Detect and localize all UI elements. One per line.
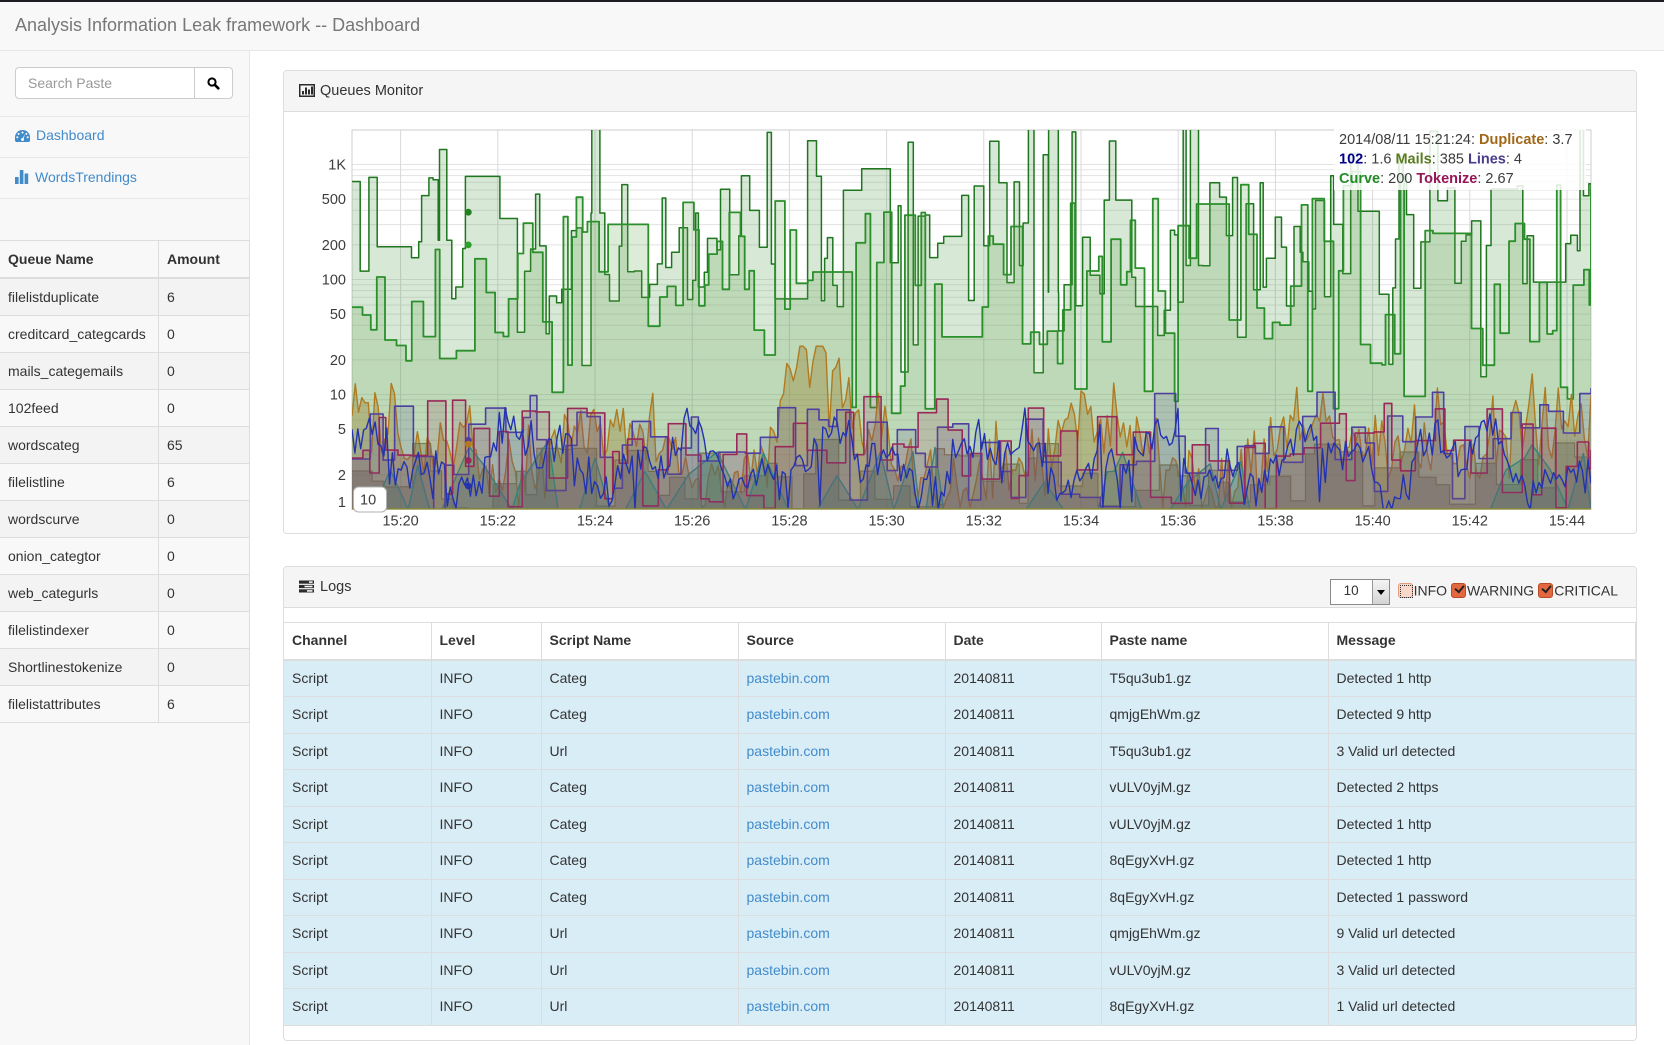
svg-text:10: 10 [360, 493, 376, 509]
svg-text:20: 20 [330, 353, 346, 369]
svg-text:15:26: 15:26 [674, 514, 710, 530]
svg-text:500: 500 [322, 192, 346, 208]
svg-text:15:38: 15:38 [1257, 514, 1293, 530]
svg-text:200: 200 [322, 238, 346, 254]
svg-text:15:34: 15:34 [1063, 514, 1099, 530]
svg-text:15:36: 15:36 [1160, 514, 1196, 530]
svg-text:15:28: 15:28 [771, 514, 807, 530]
svg-text:15:22: 15:22 [480, 514, 516, 530]
svg-text:2014/08/11 15:21:24: Duplicate: 2014/08/11 15:21:24: Duplicate: 3.7 [1339, 132, 1573, 148]
svg-text:15:40: 15:40 [1354, 514, 1390, 530]
svg-text:10: 10 [330, 388, 346, 404]
svg-text:15:30: 15:30 [868, 514, 904, 530]
svg-text:15:44: 15:44 [1549, 514, 1585, 530]
svg-text:15:42: 15:42 [1452, 514, 1488, 530]
svg-text:15:24: 15:24 [577, 514, 613, 530]
svg-text:5: 5 [338, 422, 346, 438]
svg-text:15:32: 15:32 [966, 514, 1002, 530]
svg-text:2: 2 [338, 468, 346, 484]
svg-text:1K: 1K [328, 158, 346, 174]
svg-text:102: 1.6 Mails: 385 Lines: 4: 102: 1.6 Mails: 385 Lines: 4 [1339, 152, 1522, 168]
svg-text:1: 1 [338, 495, 346, 511]
svg-text:100: 100 [322, 273, 346, 289]
svg-text:15:20: 15:20 [382, 514, 418, 530]
svg-text:50: 50 [330, 307, 346, 323]
svg-text:Curve: 200 Tokenize: 2.67: Curve: 200 Tokenize: 2.67 [1339, 171, 1514, 187]
